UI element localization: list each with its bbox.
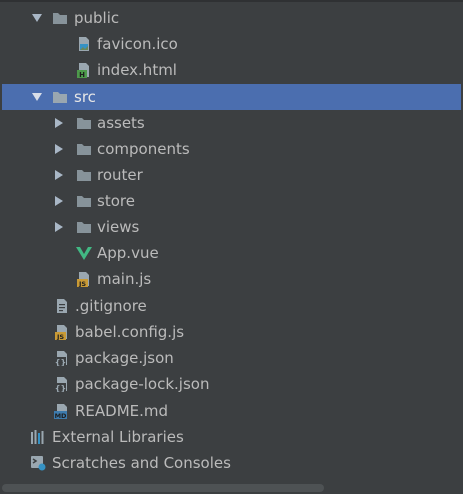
expand-arrow-down-icon[interactable]	[31, 91, 43, 103]
tree-item-package-lock-json[interactable]: {} package-lock.json	[0, 371, 463, 397]
tree-item-src[interactable]: src	[2, 84, 461, 110]
tree-item-label: babel.config.js	[75, 323, 185, 341]
project-tree: public favicon.ico H index.html src asse…	[0, 0, 463, 494]
json-file-icon: {}	[54, 376, 70, 393]
folder-icon	[76, 167, 92, 183]
svg-text:JS: JS	[56, 333, 64, 340]
tree-item-label: main.js	[97, 270, 152, 288]
image-file-icon	[76, 36, 92, 52]
tree-item-assets[interactable]: assets	[0, 110, 463, 136]
tree-item-label: components	[97, 140, 190, 158]
tree-item-scratches[interactable]: Scratches and Consoles	[0, 450, 463, 476]
tree-item-label: Scratches and Consoles	[52, 454, 231, 472]
svg-text:H: H	[79, 71, 85, 78]
svg-text:JS: JS	[78, 280, 86, 287]
tree-item-label: README.md	[75, 402, 169, 420]
tree-item-router[interactable]: router	[0, 162, 463, 188]
tree-item-gitignore[interactable]: .gitignore	[0, 293, 463, 319]
tree-item-label: views	[97, 218, 140, 236]
json-file-icon: {}	[54, 350, 70, 367]
tree-item-label: favicon.ico	[97, 35, 178, 53]
tree-item-label: package.json	[75, 349, 174, 367]
js-file-icon: JS	[54, 324, 70, 341]
tree-item-store[interactable]: store	[0, 188, 463, 214]
tree-item-external-libraries[interactable]: External Libraries	[0, 424, 463, 450]
expand-arrow-down-icon[interactable]	[31, 12, 43, 24]
tree-item-label: External Libraries	[52, 428, 184, 446]
text-file-icon	[54, 298, 70, 314]
scratches-icon	[30, 455, 46, 471]
tree-item-components[interactable]: components	[0, 136, 463, 162]
expand-arrow-right-icon[interactable]	[53, 143, 65, 155]
tree-item-babel-config[interactable]: JS babel.config.js	[0, 319, 463, 345]
expand-arrow-right-icon[interactable]	[53, 195, 65, 207]
folder-icon	[76, 141, 92, 157]
folder-icon	[52, 10, 68, 26]
tree-item-label: App.vue	[97, 244, 159, 262]
tree-item-index-html[interactable]: H index.html	[0, 57, 463, 83]
folder-icon	[76, 193, 92, 209]
tree-item-app-vue[interactable]: App.vue	[0, 240, 463, 266]
folder-icon	[76, 115, 92, 131]
folder-icon	[52, 89, 68, 105]
tree-item-public[interactable]: public	[0, 5, 463, 31]
html-file-icon: H	[76, 62, 92, 79]
tree-item-favicon[interactable]: favicon.ico	[0, 31, 463, 57]
tree-item-label: package-lock.json	[75, 375, 210, 393]
tree-item-label: .gitignore	[75, 297, 147, 315]
tree-item-label: router	[97, 166, 143, 184]
folder-icon	[76, 219, 92, 235]
expand-arrow-right-icon[interactable]	[53, 117, 65, 129]
tree-item-main-js[interactable]: JS main.js	[0, 266, 463, 292]
svg-text:MD: MD	[55, 412, 67, 419]
expand-arrow-right-icon[interactable]	[53, 169, 65, 181]
tree-item-views[interactable]: views	[0, 214, 463, 240]
tree-item-label: public	[74, 9, 120, 27]
tree-item-label: index.html	[97, 61, 177, 79]
markdown-file-icon: MD	[54, 403, 70, 420]
svg-text:{}: {}	[55, 384, 66, 392]
libraries-icon	[30, 429, 46, 445]
tree-item-readme[interactable]: MD README.md	[0, 398, 463, 424]
svg-text:{}: {}	[55, 358, 66, 366]
js-file-icon: JS	[76, 271, 92, 288]
tree-item-package-json[interactable]: {} package.json	[0, 345, 463, 371]
vue-file-icon	[76, 245, 92, 261]
tree-item-label: assets	[97, 114, 145, 132]
tree-item-label: store	[97, 192, 135, 210]
expand-arrow-right-icon[interactable]	[53, 221, 65, 233]
horizontal-scrollbar[interactable]	[2, 484, 324, 492]
tree-item-label: src	[74, 88, 96, 106]
